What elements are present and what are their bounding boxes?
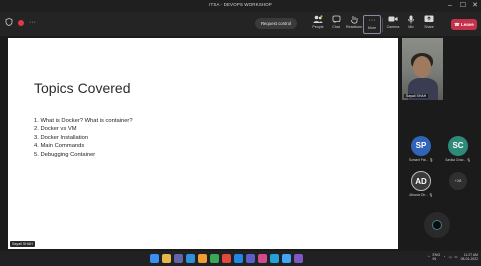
camera-button[interactable]: Camera	[384, 15, 402, 34]
list-item: 2. Docker vs VM	[34, 126, 77, 133]
battery-icon[interactable]: ▭	[454, 255, 457, 259]
minimize-button[interactable]: –	[444, 1, 456, 11]
chat-icon	[327, 15, 345, 25]
list-item: 5. Debugging Container	[34, 151, 96, 158]
camera-icon	[384, 15, 402, 25]
avatar: AD	[411, 171, 431, 191]
mic-muted-icon: 🎙	[466, 158, 471, 162]
share-button[interactable]: Share	[420, 15, 438, 34]
avatar: SP	[411, 136, 431, 156]
people-icon	[309, 15, 327, 25]
taskbar: ^ ENG IN ◔ ◁ ▭ 11:27 AM 08-04-2022	[0, 251, 481, 266]
app-icon[interactable]	[222, 254, 231, 263]
title-bar: ITSA - DEVOPS WORKSHOP – ☐ ✕	[0, 0, 481, 12]
window-title: ITSA - DEVOPS WORKSHOP	[209, 2, 272, 7]
participant-video[interactable]: Sayali SHAH	[402, 38, 443, 100]
participant-name: Sumant Pat... 🎙	[408, 158, 434, 162]
mic-button[interactable]: Mic	[402, 15, 420, 34]
close-button[interactable]: ✕	[469, 1, 481, 11]
participant-name: Sanika Chav... 🎙	[445, 158, 471, 162]
edge-icon[interactable]	[186, 254, 195, 263]
more-participants-count: +28	[449, 172, 467, 190]
clock[interactable]: 11:27 AM 08-04-2022	[461, 253, 478, 261]
mic-icon	[402, 15, 420, 25]
app-icon[interactable]	[270, 254, 279, 263]
taskbar-apps	[150, 254, 303, 263]
volume-icon[interactable]: ◁	[448, 255, 451, 259]
more-icon: ···	[368, 17, 376, 24]
app-icon[interactable]	[234, 254, 243, 263]
file-explorer-icon[interactable]	[162, 254, 171, 263]
chevron-up-icon[interactable]: ^	[428, 255, 430, 259]
meeting-status: ···	[4, 18, 36, 27]
avatar: SC	[448, 136, 468, 156]
phone-hangup-icon: ☎	[454, 22, 460, 27]
people-button[interactable]: People	[309, 15, 327, 34]
chrome-icon[interactable]	[198, 254, 207, 263]
app-icon[interactable]	[294, 254, 303, 263]
windows-start-icon[interactable]	[150, 254, 159, 263]
meeting-toolbar: ··· Request control People Chat Reaction…	[0, 12, 481, 36]
participant-tile[interactable]: SP Sumant Pat... 🎙	[403, 136, 439, 168]
teams-meeting-window: ITSA - DEVOPS WORKSHOP – ☐ ✕ ··· Request…	[0, 0, 481, 266]
share-icon	[420, 15, 438, 25]
shield-icon[interactable]	[4, 18, 13, 27]
toolbar-divider	[382, 18, 383, 32]
app-icon[interactable]	[258, 254, 267, 263]
teams-icon[interactable]	[174, 254, 183, 263]
shared-screen: Topics Covered 1. What is Docker? What i…	[8, 38, 398, 249]
participant-name: Sayali SHAH	[404, 94, 429, 98]
app-icon[interactable]	[282, 254, 291, 263]
leave-button[interactable]: ☎ Leave	[451, 19, 477, 30]
mic-muted-icon: 🎙	[429, 158, 434, 162]
participant-tile[interactable]: AD Atharva Dh... 🎙	[403, 171, 439, 203]
app-icon[interactable]	[246, 254, 255, 263]
mic-muted-icon: 🎙	[428, 193, 433, 197]
list-item: 1. What is Docker? What is container?	[34, 118, 133, 124]
more-participants-tile[interactable]: +28	[440, 171, 476, 203]
list-item: 3. Docker Installation	[34, 134, 89, 141]
self-view[interactable]	[424, 212, 450, 238]
participant-name: Atharva Dh... 🎙	[409, 193, 433, 197]
lang-indicator[interactable]: ENG IN	[433, 253, 441, 261]
slide-title: Topics Covered	[34, 80, 131, 96]
system-tray: ^ ENG IN ◔ ◁ ▭ 11:27 AM 08-04-2022	[428, 253, 478, 261]
wifi-icon[interactable]: ◔	[443, 255, 445, 259]
more-actions-button[interactable]: ··· More	[363, 15, 381, 34]
topics-list: 1. What is Docker? What is container? 2.…	[34, 117, 133, 159]
request-control-button[interactable]: Request control	[255, 18, 297, 29]
app-icon[interactable]	[210, 254, 219, 263]
participants-panel: Sayali SHAH SP Sumant Pat... 🎙 SC Sanika…	[400, 38, 479, 249]
maximize-button[interactable]: ☐	[457, 1, 469, 11]
recording-icon	[18, 19, 24, 26]
meeting-more-icon[interactable]: ···	[29, 18, 36, 27]
reactions-icon	[345, 15, 363, 25]
presenter-name-tag: Sayali SHAH	[10, 241, 35, 247]
reactions-button[interactable]: Reactions	[345, 15, 363, 34]
chat-button[interactable]: Chat	[327, 15, 345, 34]
participant-tile[interactable]: SC Sanika Chav... 🎙	[440, 136, 476, 168]
list-item: 4. Main Commands	[34, 143, 85, 150]
